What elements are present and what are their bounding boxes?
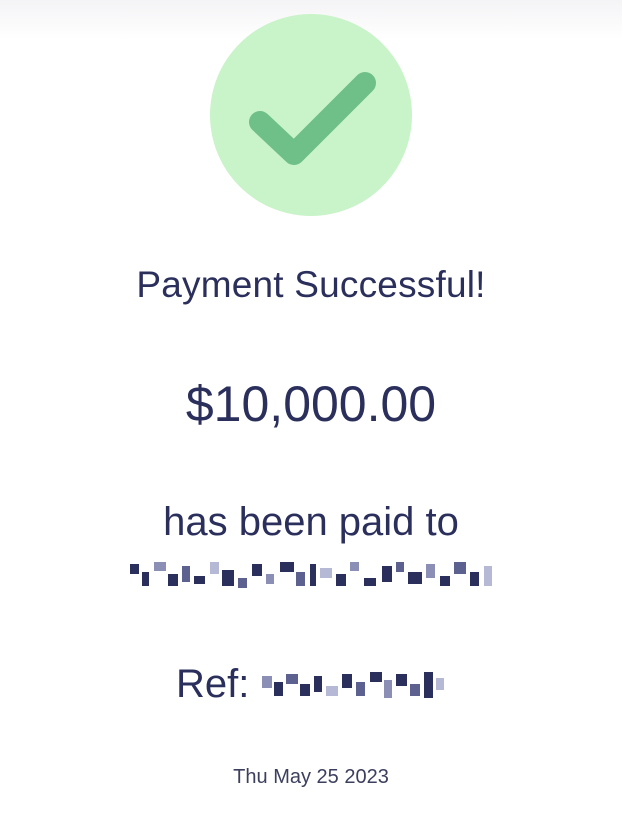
- check-icon: [249, 72, 376, 165]
- reference-number-redacted: [258, 664, 446, 710]
- paid-to-label: has been paid to: [163, 500, 459, 544]
- reference-label: Ref:: [176, 662, 250, 706]
- recipient-name-redacted: [124, 556, 498, 598]
- payment-date: Thu May 25 2023: [233, 766, 389, 788]
- success-badge: [210, 14, 412, 216]
- payment-success-screen: Payment Successful! $10,000.00 has been …: [0, 0, 622, 830]
- payment-amount: $10,000.00: [185, 376, 437, 432]
- payment-status-title: Payment Successful!: [136, 264, 486, 305]
